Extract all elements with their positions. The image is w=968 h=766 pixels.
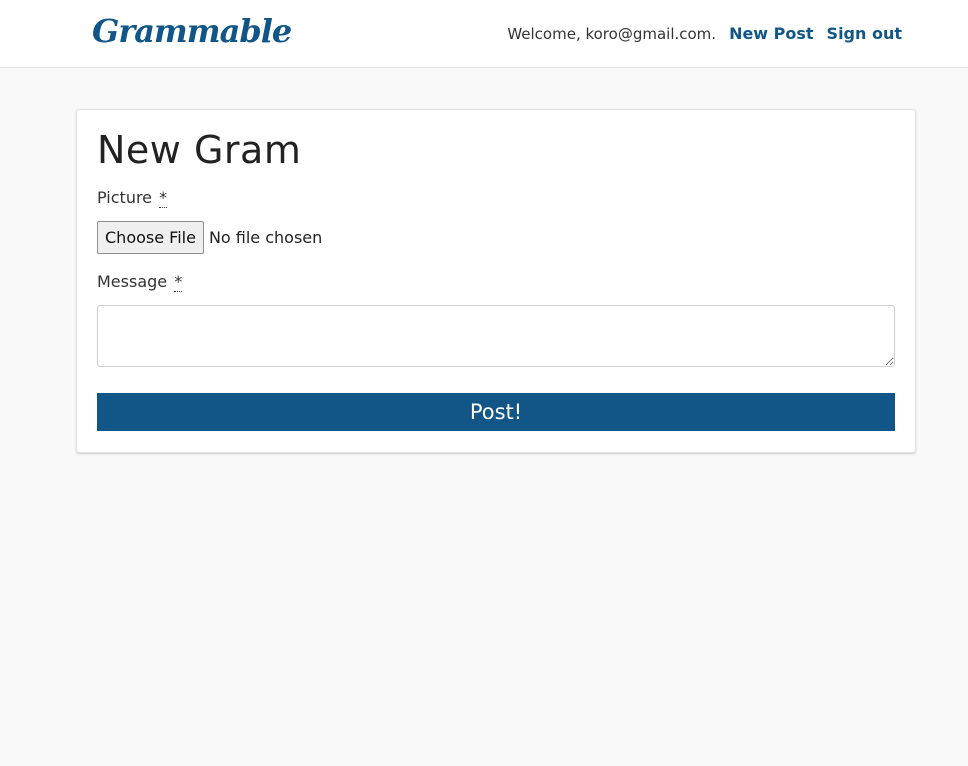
file-input: Choose File No file chosen	[97, 221, 322, 254]
message-label: Message *	[97, 272, 183, 292]
nav-right: Welcome, koro@gmail.com. New Post Sign o…	[507, 24, 902, 43]
required-marker: *	[159, 188, 168, 208]
navbar: Grammable Welcome, koro@gmail.com. New P…	[0, 0, 968, 68]
new-post-link[interactable]: New Post	[729, 24, 813, 43]
message-label-text: Message	[97, 272, 168, 291]
message-textarea[interactable]	[97, 305, 895, 367]
brand-logo-link[interactable]: Grammable	[92, 12, 292, 50]
picture-label: Picture *	[97, 188, 168, 208]
required-marker: *	[174, 272, 183, 292]
file-status-text: No file chosen	[208, 228, 323, 247]
post-button[interactable]: Post!	[97, 393, 895, 431]
choose-file-button[interactable]: Choose File	[97, 221, 204, 254]
welcome-text: Welcome, koro@gmail.com.	[507, 25, 717, 43]
sign-out-link[interactable]: Sign out	[827, 24, 902, 43]
picture-label-text: Picture	[97, 188, 153, 207]
new-gram-card: New Gram Picture * Choose File No file c…	[76, 109, 916, 453]
page-title: New Gram	[97, 128, 302, 172]
